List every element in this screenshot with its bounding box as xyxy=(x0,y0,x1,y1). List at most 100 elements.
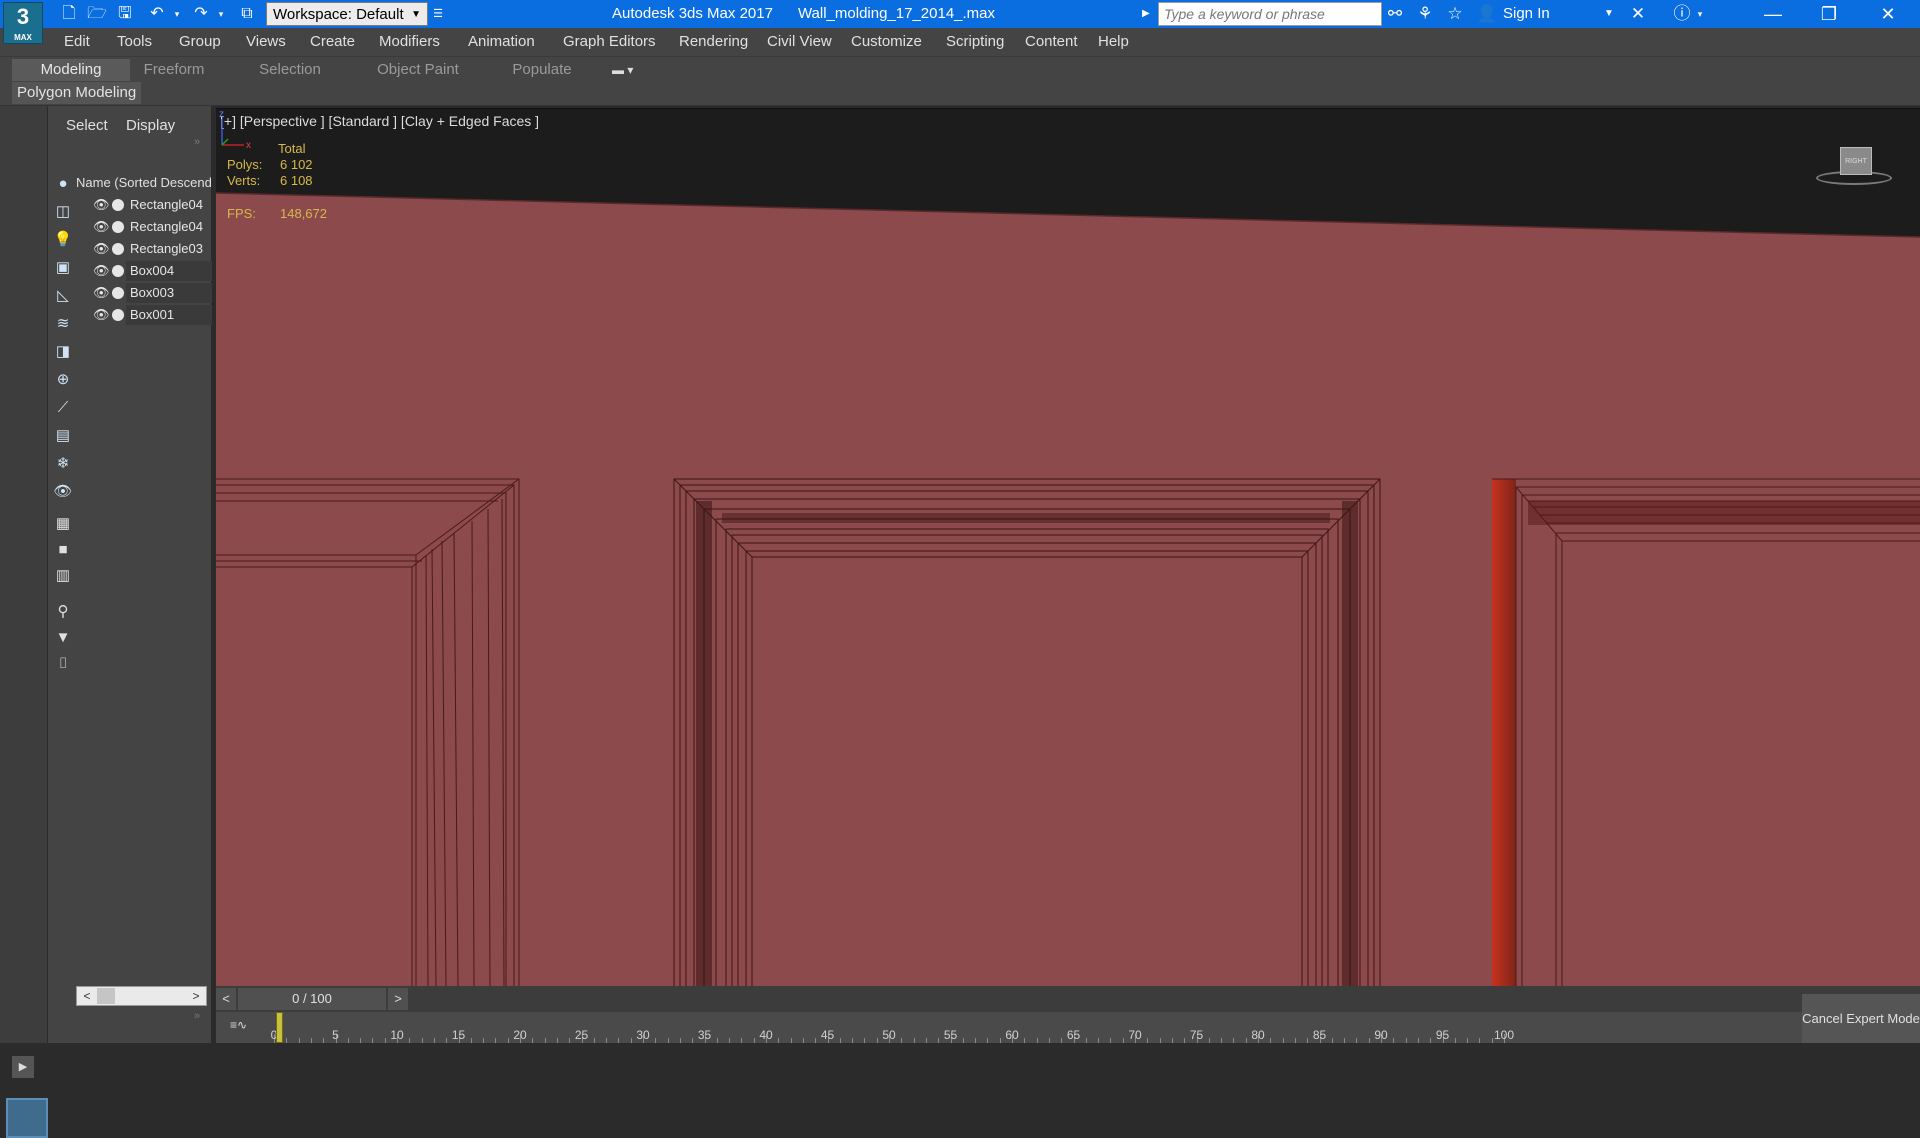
none-filter-icon[interactable]: ■ xyxy=(51,538,75,562)
visibility-eye-icon[interactable]: 👁 xyxy=(93,285,110,301)
ribbon-toggle-icon[interactable]: ▬ ▾ xyxy=(612,59,633,81)
menu-edit[interactable]: Edit xyxy=(64,28,90,56)
tab-modeling[interactable]: Modeling xyxy=(12,59,130,81)
menu-group[interactable]: Group xyxy=(179,28,221,56)
geometry-filter-icon[interactable]: ● xyxy=(51,172,75,196)
perspective-viewport[interactable]: [+] [Perspective ] [Standard ] [Clay + E… xyxy=(216,108,1920,986)
menu-graph-editors[interactable]: Graph Editors xyxy=(563,28,656,56)
frozen-filter-icon[interactable]: ❄ xyxy=(51,452,75,476)
menu-content[interactable]: Content xyxy=(1025,28,1078,56)
visibility-eye-icon[interactable]: 👁 xyxy=(93,241,110,257)
invert-filter-icon[interactable]: ▥ xyxy=(51,564,75,588)
frame-ruler[interactable]: 0 5 10 15 20 25 30 35 40 45 50 55 60 65 70 75 80 85 90 95 10… xyxy=(271,1012,1514,1043)
user-icon[interactable]: 👤 xyxy=(1476,3,1498,25)
menu-create[interactable]: Create xyxy=(310,28,355,56)
all-filter-icon[interactable]: ▦ xyxy=(51,512,75,536)
exchange-apps-icon[interactable]: ✕ xyxy=(1627,3,1649,25)
polygon-modeling-panel[interactable]: Polygon Modeling xyxy=(12,82,142,104)
containers-filter-icon[interactable]: ▤ xyxy=(51,424,75,448)
list-item[interactable]: 👁 Rectangle03 xyxy=(76,238,212,260)
horizontal-scrollbar[interactable]: < > xyxy=(76,986,207,1006)
viewport-layout-thumbnail[interactable] xyxy=(6,1098,48,1138)
next-frame-button[interactable]: > xyxy=(388,988,408,1010)
visibility-eye-icon[interactable]: 👁 xyxy=(93,263,110,279)
menu-animation[interactable]: Animation xyxy=(468,28,535,56)
tab-populate[interactable]: Populate xyxy=(500,59,584,81)
space-warps-filter-icon[interactable]: ≋ xyxy=(51,312,75,336)
new-file-icon[interactable]: 🗋 xyxy=(58,3,80,25)
hidden-filter-icon[interactable]: 👁 xyxy=(51,480,75,504)
freeze-toggle-icon[interactable] xyxy=(112,199,124,211)
menu-scripting[interactable]: Scripting xyxy=(946,28,1004,56)
lights-filter-icon[interactable]: 💡 xyxy=(51,228,75,252)
scroll-right-icon[interactable]: > xyxy=(186,987,206,1005)
restore-icon[interactable]: ❐ xyxy=(1801,0,1857,28)
list-item[interactable]: 👁 Box004 xyxy=(76,260,212,282)
cancel-expert-mode-button[interactable]: Cancel Expert Mode xyxy=(1802,994,1920,1043)
menu-help[interactable]: Help xyxy=(1098,28,1129,56)
help-dropdown-icon[interactable]: ▾ xyxy=(1694,3,1706,25)
cameras-filter-icon[interactable]: ▣ xyxy=(51,256,75,280)
freeze-toggle-icon[interactable] xyxy=(112,309,124,321)
freeze-toggle-icon[interactable] xyxy=(112,221,124,233)
list-item[interactable]: 👁 Box003 xyxy=(76,282,212,304)
menu-views[interactable]: Views xyxy=(246,28,286,56)
tab-select[interactable]: Select xyxy=(66,114,108,138)
helpers-filter-icon[interactable]: ◺ xyxy=(51,284,75,308)
undo-icon[interactable]: ↶ xyxy=(146,3,168,25)
open-file-icon[interactable]: 🗁 xyxy=(86,3,108,25)
undo-dropdown-icon[interactable]: ▾ xyxy=(170,3,184,25)
time-slider-track[interactable]: 0 / 100 xyxy=(238,988,386,1010)
tab-display[interactable]: Display xyxy=(126,114,175,138)
filter-settings-icon[interactable]: ⚲ xyxy=(51,600,75,624)
menu-civil-view[interactable]: Civil View xyxy=(767,28,832,56)
tab-freeform[interactable]: Freeform xyxy=(130,59,218,81)
redo-icon[interactable]: ↷ xyxy=(190,3,212,25)
visibility-eye-icon[interactable]: 👁 xyxy=(93,219,110,235)
workspace-dropdown[interactable]: Workspace: Default ▼ xyxy=(266,2,428,26)
project-folder-icon[interactable]: ⧉ xyxy=(236,3,258,25)
help-icon[interactable]: ⓘ xyxy=(1671,3,1693,25)
redo-dropdown-icon[interactable]: ▾ xyxy=(214,3,228,25)
track-bar[interactable]: ≡∿ 0 5 10 15 20 25 30 35 40 45 50 55 60 65 70 75 80 85 90 9… xyxy=(216,1012,1802,1043)
curve-editor-icon[interactable]: ≡∿ xyxy=(230,1018,247,1032)
scroll-left-icon[interactable]: < xyxy=(77,987,97,1005)
chevron-down-icon[interactable]: ▼ xyxy=(1604,0,1614,28)
menu-customize[interactable]: Customize xyxy=(851,28,922,56)
subscription-icon[interactable]: ⚘ xyxy=(1414,3,1436,25)
minimize-icon[interactable]: — xyxy=(1745,0,1801,28)
tab-selection[interactable]: Selection xyxy=(246,59,334,81)
visibility-eye-icon[interactable]: 👁 xyxy=(93,197,110,213)
bones-filter-icon[interactable]: ⟋ xyxy=(51,396,75,420)
layer-explorer-icon[interactable]: ⌷ xyxy=(51,652,75,676)
current-frame-marker[interactable] xyxy=(276,1012,283,1043)
save-file-icon[interactable]: 🖫 xyxy=(114,3,136,25)
freeze-toggle-icon[interactable] xyxy=(112,243,124,255)
freeze-toggle-icon[interactable] xyxy=(112,287,124,299)
prev-frame-button[interactable]: < xyxy=(216,988,236,1010)
close-icon[interactable]: ✕ xyxy=(1860,0,1916,28)
list-item[interactable]: 👁 Rectangle04 xyxy=(76,194,212,216)
expand-arrow-icon[interactable]: ▶ xyxy=(12,1056,34,1078)
panel-expand-icon[interactable]: » xyxy=(194,1010,200,1022)
visibility-eye-icon[interactable]: 👁 xyxy=(93,307,110,323)
xrefs-filter-icon[interactable]: ⊕ xyxy=(51,368,75,392)
menu-rendering[interactable]: Rendering xyxy=(679,28,748,56)
menu-modifiers[interactable]: Modifiers xyxy=(379,28,440,56)
list-item[interactable]: 👁 Rectangle04 xyxy=(76,216,212,238)
freeze-toggle-icon[interactable] xyxy=(112,265,124,277)
sign-in-button[interactable]: Sign In xyxy=(1503,0,1550,28)
viewcube[interactable]: RIGHT xyxy=(1814,147,1894,189)
panel-expand-icon[interactable]: » xyxy=(194,136,200,148)
viewport-label-menu[interactable]: [+] [Perspective ] [Standard ] [Clay + E… xyxy=(220,113,539,129)
groups-filter-icon[interactable]: ◨ xyxy=(51,340,75,364)
shapes-filter-icon[interactable]: ◫ xyxy=(51,200,75,224)
search-expand-icon[interactable]: ▶ xyxy=(1142,4,1156,24)
tab-object-paint[interactable]: Object Paint xyxy=(368,59,468,81)
list-item[interactable]: 👁 Box001 xyxy=(76,304,212,326)
search-input[interactable]: Type a keyword or phrase xyxy=(1158,2,1382,26)
name-column-header[interactable]: Name (Sorted Descending) xyxy=(76,174,212,192)
scroll-thumb[interactable] xyxy=(97,988,115,1004)
filter-funnel-icon[interactable]: ▼ xyxy=(51,626,75,650)
binoculars-icon[interactable]: ⚯ xyxy=(1384,3,1406,25)
